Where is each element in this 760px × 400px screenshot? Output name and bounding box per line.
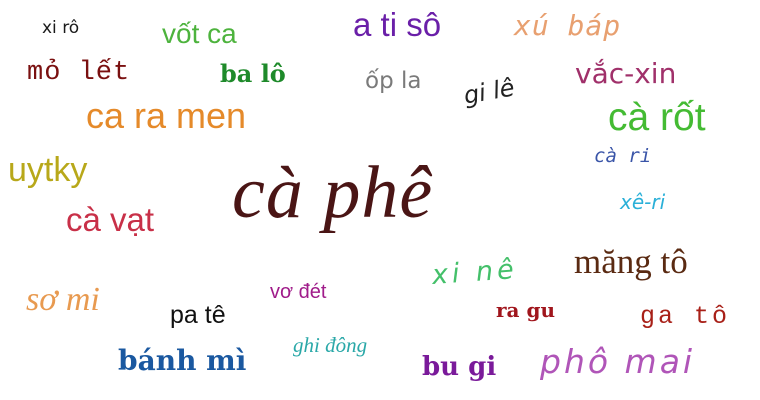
word-vo-det: vơ đét: [270, 281, 327, 303]
word-vac-xin: vắc-xin: [575, 57, 677, 90]
word-so-mi: sơ mi: [26, 281, 100, 318]
word-pa-te: pa tê: [170, 301, 226, 329]
word-pho-mai: phô mai: [540, 342, 696, 381]
word-xi-ro: xi rô: [42, 18, 80, 38]
word-ca-rot: cà rốt: [608, 96, 706, 139]
word-ba-lo: ba lô: [220, 59, 286, 88]
word-op-la: ốp la: [365, 68, 422, 94]
word-ca-phe: cà phê: [232, 152, 434, 234]
word-ca-vat: cà vạt: [66, 201, 155, 238]
word-mo-let: mỏ lết: [27, 58, 131, 88]
word-gi-le: gi lê: [461, 73, 517, 110]
word-ca-ri: cà ri: [594, 145, 652, 167]
word-banh-mi: bánh mì: [118, 344, 247, 377]
word-ghi-dong: ghi đông: [293, 333, 368, 357]
word-cloud: xi rô vốt ca a ti sô xú báp mỏ lết ba lô…: [0, 0, 760, 400]
word-xi-ne: xi nê: [430, 254, 519, 291]
word-a-ti-so: a ti sô: [353, 6, 442, 43]
word-mang-to: măng tô: [574, 242, 688, 281]
word-uytky: uytky: [8, 151, 88, 189]
word-ra-gu: ra gu: [496, 298, 555, 322]
word-ca-ra-men: ca ra men: [86, 95, 247, 136]
word-vot-ca: vốt ca: [162, 18, 237, 49]
word-xe-ri: xê-ri: [620, 190, 666, 214]
word-bu-gi: bu gi: [422, 352, 497, 382]
word-ga-to: ga tô: [640, 302, 731, 331]
word-xu-bap: xú báp: [514, 9, 622, 42]
